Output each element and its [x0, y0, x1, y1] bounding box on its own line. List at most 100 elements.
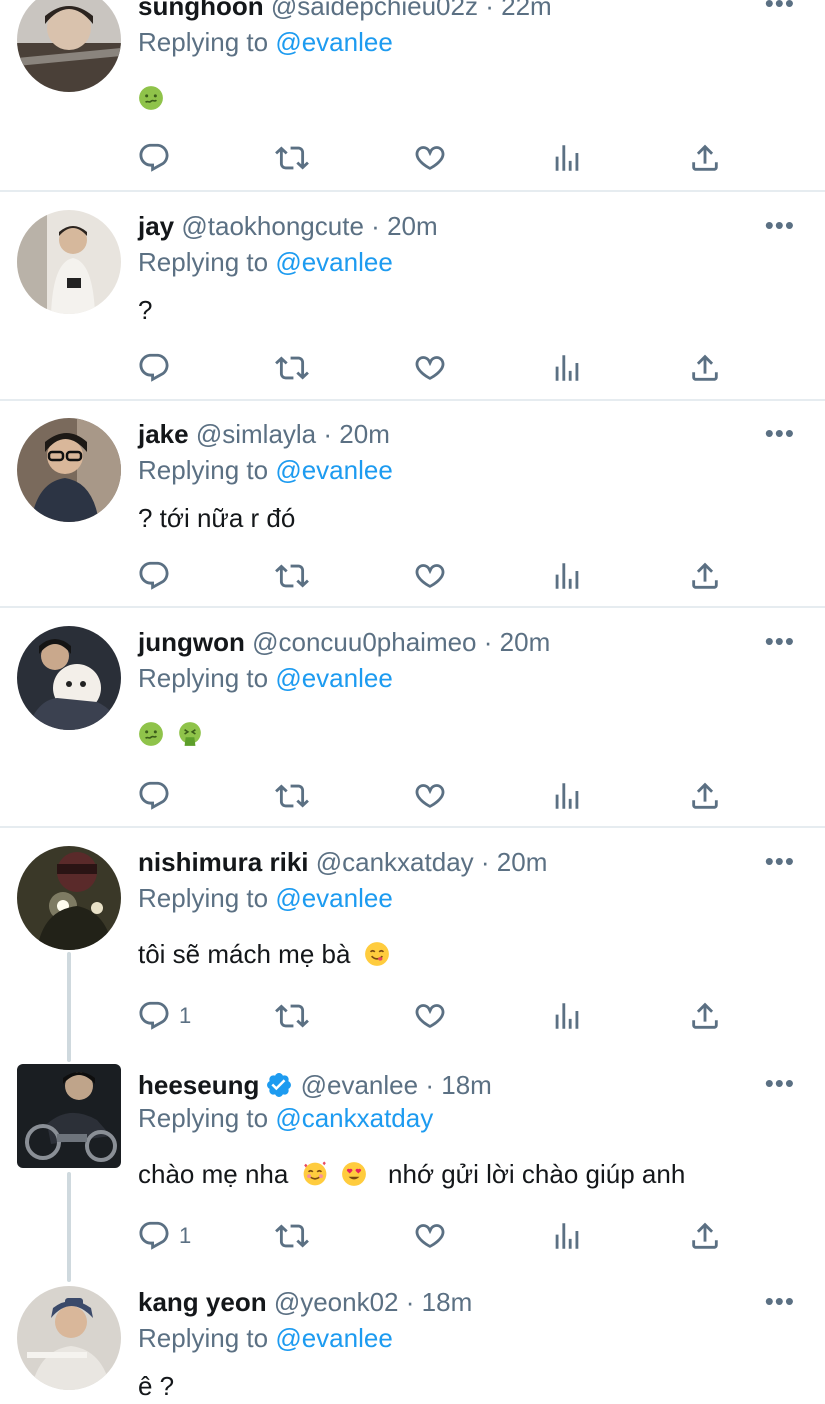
mention-link[interactable]: @evanlee	[275, 247, 392, 277]
like-button[interactable]	[413, 996, 447, 1036]
more-icon[interactable]: •••	[765, 210, 795, 241]
display-name[interactable]: nishimura riki	[138, 847, 309, 877]
more-icon[interactable]: •••	[765, 846, 795, 877]
mention-link[interactable]: @evanlee	[275, 883, 392, 913]
avatar[interactable]	[17, 210, 121, 314]
share-button[interactable]	[688, 556, 722, 596]
reply-button[interactable]	[137, 776, 171, 816]
avatar[interactable]	[17, 1286, 121, 1390]
reply-button[interactable]: 1	[137, 996, 191, 1036]
handle[interactable]: @simlayla	[196, 419, 316, 449]
retweet-button[interactable]	[275, 776, 309, 816]
timestamp[interactable]: 18m	[441, 1070, 492, 1100]
replying-prefix: Replying to	[138, 27, 269, 57]
display-name[interactable]: jungwon	[138, 627, 245, 657]
tweet[interactable]: kang yeon @yeonk02 · 18m ••• Replying to…	[0, 1286, 825, 1404]
mention-link[interactable]: @evanlee	[275, 455, 392, 485]
handle[interactable]: @yeonk02	[274, 1287, 399, 1317]
retweet-button[interactable]	[275, 556, 309, 596]
views-icon	[550, 779, 584, 813]
reply-icon	[137, 1219, 171, 1253]
like-icon	[413, 999, 447, 1033]
avatar[interactable]	[17, 418, 121, 522]
like-button[interactable]	[413, 348, 447, 388]
handle[interactable]: @saidepchieu02z	[271, 0, 478, 21]
tweet[interactable]: jungwon @concuu0phaimeo · 20m ••• Replyi…	[0, 626, 825, 826]
handle[interactable]: @taokhongcute	[181, 211, 364, 241]
share-icon	[688, 779, 722, 813]
share-icon	[688, 559, 722, 593]
reply-button[interactable]	[137, 348, 171, 388]
reply-icon	[137, 559, 171, 593]
reply-button[interactable]	[137, 138, 171, 178]
tweet[interactable]: jake @simlayla · 20m ••• Replying to @ev…	[0, 418, 825, 608]
more-icon[interactable]: •••	[765, 418, 795, 449]
retweet-button[interactable]	[275, 1216, 309, 1256]
share-button[interactable]	[688, 348, 722, 388]
reply-button[interactable]	[137, 556, 171, 596]
timestamp[interactable]: 20m	[387, 211, 438, 241]
tweet-header: jungwon @concuu0phaimeo · 20m	[138, 626, 550, 658]
replying-prefix: Replying to	[138, 1323, 269, 1353]
handle[interactable]: @concuu0phaimeo	[252, 627, 476, 657]
nauseated-face-emoji	[138, 85, 164, 111]
replying-to: Replying to @evanlee	[138, 882, 393, 914]
replying-to: Replying to @evanlee	[138, 1322, 393, 1354]
more-icon[interactable]: •••	[765, 1068, 795, 1099]
replying-to: Replying to @evanlee	[138, 454, 393, 486]
views-button[interactable]	[550, 556, 584, 596]
mention-link[interactable]: @evanlee	[275, 663, 392, 693]
timestamp[interactable]: 20m	[500, 627, 551, 657]
views-button[interactable]	[550, 138, 584, 178]
divider	[0, 826, 825, 828]
handle[interactable]: @evanlee	[301, 1070, 418, 1100]
tweet[interactable]: heeseung @evanlee · 18m ••• Replying to …	[0, 1064, 825, 1268]
views-button[interactable]	[550, 348, 584, 388]
share-button[interactable]	[688, 996, 722, 1036]
display-name[interactable]: kang yeon	[138, 1287, 267, 1317]
reply-icon	[137, 141, 171, 175]
timestamp[interactable]: 18m	[422, 1287, 473, 1317]
retweet-button[interactable]	[275, 996, 309, 1036]
share-button[interactable]	[688, 138, 722, 178]
timestamp[interactable]: 20m	[497, 847, 548, 877]
timestamp[interactable]: 22m	[501, 0, 552, 21]
avatar[interactable]	[17, 846, 121, 950]
tweet[interactable]: nishimura riki @cankxatday · 20m ••• Rep…	[0, 846, 825, 1046]
display-name[interactable]: jake	[138, 419, 189, 449]
reply-button[interactable]: 1	[137, 1216, 191, 1256]
like-button[interactable]	[413, 1216, 447, 1256]
retweet-button[interactable]	[275, 348, 309, 388]
display-name[interactable]: heeseung	[138, 1070, 259, 1100]
like-button[interactable]	[413, 556, 447, 596]
replying-to: Replying to @cankxatday	[138, 1102, 433, 1134]
like-button[interactable]	[413, 776, 447, 816]
views-button[interactable]	[550, 996, 584, 1036]
display-name[interactable]: sunghoon	[138, 0, 264, 21]
mention-link[interactable]: @evanlee	[275, 27, 392, 57]
action-bar	[0, 776, 825, 816]
display-name[interactable]: jay	[138, 211, 174, 241]
share-button[interactable]	[688, 1216, 722, 1256]
mention-link[interactable]: @cankxatday	[275, 1103, 433, 1133]
retweet-button[interactable]	[275, 138, 309, 178]
tweet[interactable]: sunghoon @saidepchieu02z · 22m ••• Reply…	[0, 0, 825, 190]
more-icon[interactable]: •••	[765, 0, 795, 19]
mention-link[interactable]: @evanlee	[275, 1323, 392, 1353]
views-button[interactable]	[550, 1216, 584, 1256]
tweet-text	[138, 716, 209, 752]
avatar[interactable]	[17, 0, 121, 92]
avatar[interactable]	[17, 626, 121, 730]
tweet[interactable]: jay @taokhongcute · 20m ••• Replying to …	[0, 210, 825, 400]
views-button[interactable]	[550, 776, 584, 816]
more-icon[interactable]: •••	[765, 1286, 795, 1317]
views-icon	[550, 559, 584, 593]
handle[interactable]: @cankxatday	[316, 847, 474, 877]
share-button[interactable]	[688, 776, 722, 816]
like-button[interactable]	[413, 138, 447, 178]
retweet-icon	[275, 999, 309, 1033]
more-icon[interactable]: •••	[765, 626, 795, 657]
action-bar	[0, 556, 825, 596]
avatar[interactable]	[17, 1064, 121, 1168]
timestamp[interactable]: 20m	[339, 419, 390, 449]
